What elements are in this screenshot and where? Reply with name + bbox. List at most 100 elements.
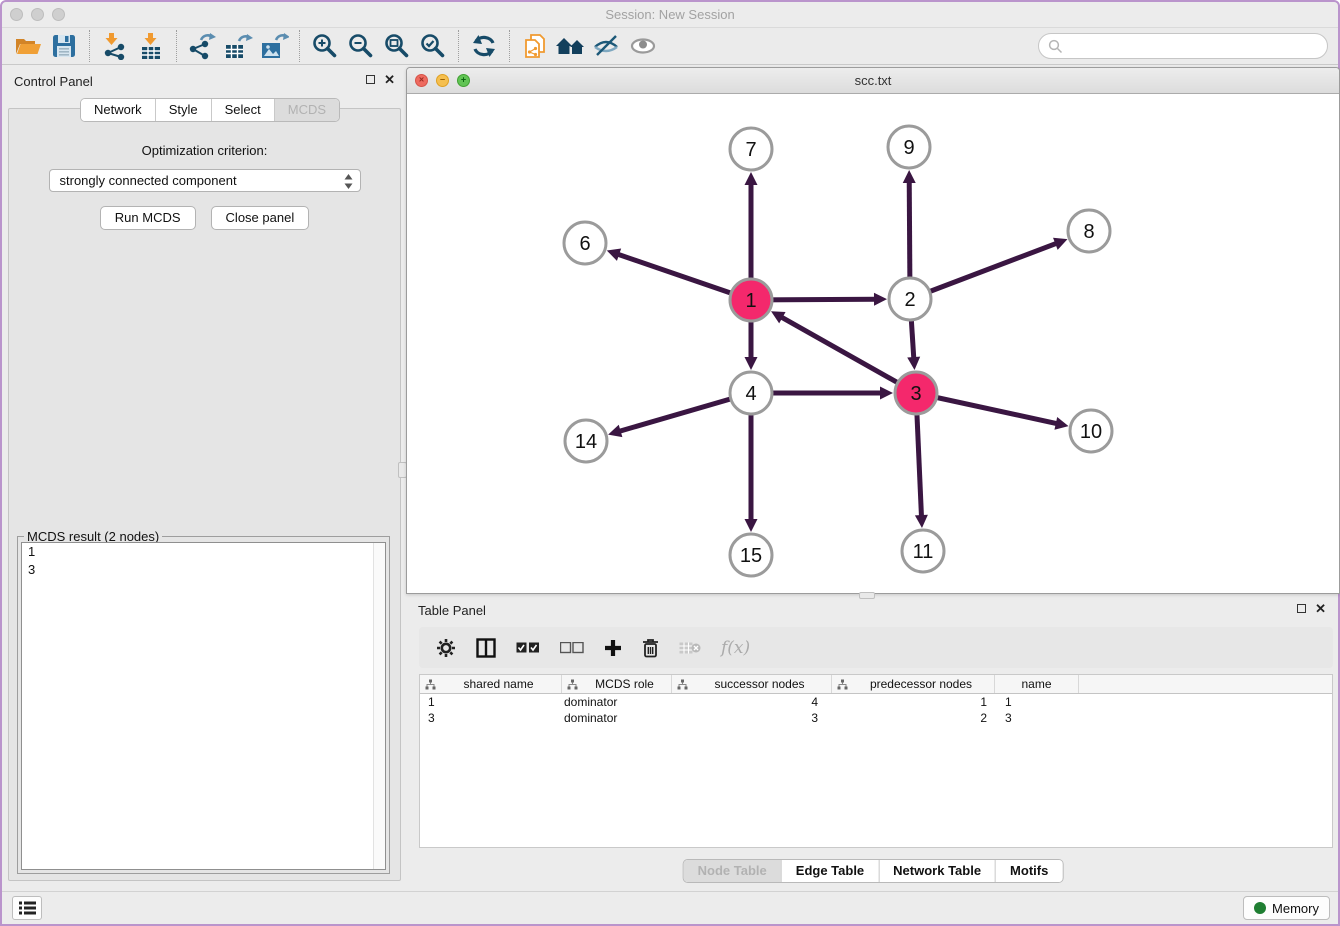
graph-node-10[interactable]: 10	[1070, 410, 1112, 452]
search-input[interactable]	[1038, 33, 1328, 59]
export-table-button[interactable]	[220, 29, 256, 63]
select-all-columns-button[interactable]	[516, 642, 540, 654]
svg-text:15: 15	[740, 545, 762, 567]
table-settings-button[interactable]	[436, 638, 456, 658]
column-header-MCDS-role[interactable]: MCDS role	[562, 675, 672, 693]
memory-button[interactable]: Memory	[1243, 896, 1330, 920]
table-cell[interactable]: 1	[995, 695, 1079, 709]
graph-edge-2-8[interactable]	[910, 243, 1057, 299]
table-row[interactable]: 1dominator411	[420, 694, 1332, 710]
graph-node-8[interactable]: 8	[1068, 210, 1110, 252]
graph-node-6[interactable]: 6	[564, 222, 606, 264]
import-network-button[interactable]	[97, 29, 133, 63]
toolbar-separator	[299, 30, 300, 62]
graph-node-11[interactable]: 11	[902, 530, 944, 572]
toolbar-separator	[176, 30, 177, 62]
network-window-titlebar[interactable]: × − + scc.txt	[407, 68, 1339, 94]
graph-edge-arrow	[745, 357, 758, 370]
tab-network[interactable]: Network	[81, 99, 155, 121]
deselect-all-columns-button[interactable]	[560, 642, 584, 654]
graph-node-14[interactable]: 14	[565, 420, 607, 462]
zoom-selected-icon	[419, 32, 447, 60]
control-panel-tabs: NetworkStyleSelectMCDS	[80, 98, 340, 122]
column-header-shared-name[interactable]: shared name	[420, 675, 562, 693]
open-session-button[interactable]	[10, 29, 46, 63]
column-header-predecessor-nodes[interactable]: predecessor nodes	[832, 675, 995, 693]
mcds-panel: Optimization criterion: strongly connect…	[8, 108, 401, 881]
mcds-result-item[interactable]: 1	[22, 543, 385, 561]
graph-node-3[interactable]: 3	[895, 372, 937, 414]
import-table-button[interactable]	[133, 29, 169, 63]
criterion-select[interactable]: strongly connected component	[49, 169, 361, 192]
apply-style-button[interactable]	[466, 29, 502, 63]
zoom-fit-button[interactable]	[379, 29, 415, 63]
mcds-result-item[interactable]: 3	[22, 561, 385, 579]
main-titlebar: Session: New Session	[2, 2, 1338, 28]
show-details-button[interactable]	[625, 29, 661, 63]
graph-edge-3-1[interactable]	[781, 317, 916, 393]
graph-node-1[interactable]: 1	[730, 279, 772, 321]
column-header-successor-nodes[interactable]: successor nodes	[672, 675, 832, 693]
table-cell[interactable]: dominator	[562, 695, 672, 709]
column-header-name[interactable]: name	[995, 675, 1079, 693]
network-graph[interactable]: 1 2 3 4 6 7 8 9 10 11 14 15	[407, 94, 1339, 593]
export-network-button[interactable]	[184, 29, 220, 63]
delete-column-button[interactable]	[642, 638, 659, 658]
tab-motifs[interactable]: Motifs	[995, 860, 1062, 882]
memory-status-icon	[1254, 902, 1266, 914]
table-cell[interactable]: 1	[832, 695, 995, 709]
zoom-out-button[interactable]	[343, 29, 379, 63]
tab-style[interactable]: Style	[155, 99, 211, 121]
tab-network-table[interactable]: Network Table	[878, 860, 995, 882]
table-row[interactable]: 3dominator323	[420, 710, 1332, 726]
graph-edge-arrow	[907, 357, 920, 370]
table-cell[interactable]: 2	[832, 711, 995, 725]
run-mcds-button[interactable]: Run MCDS	[100, 206, 196, 230]
mcds-result-list[interactable]: 13	[21, 542, 386, 870]
table-cell[interactable]: 3	[995, 711, 1079, 725]
checked-boxes-icon	[516, 642, 540, 654]
zoom-fit-icon	[383, 32, 411, 60]
table-cell[interactable]: 1	[420, 695, 562, 709]
task-history-button[interactable]	[12, 896, 42, 920]
tab-node-table[interactable]: Node Table	[684, 860, 781, 882]
graph-node-4[interactable]: 4	[730, 372, 772, 414]
delete-table-button[interactable]	[679, 641, 701, 655]
zoom-in-button[interactable]	[307, 29, 343, 63]
graph-node-9[interactable]: 9	[888, 126, 930, 168]
result-scrollbar[interactable]	[373, 543, 385, 869]
network-canvas[interactable]: 1 2 3 4 6 7 8 9 10 11 14 15	[407, 94, 1339, 593]
clone-network-button[interactable]	[517, 29, 553, 63]
table-cell[interactable]: dominator	[562, 711, 672, 725]
graph-node-2[interactable]: 2	[889, 278, 931, 320]
graph-edge-arrow	[745, 519, 758, 532]
app-window: Session: New Session	[0, 0, 1340, 926]
float-table-panel-icon[interactable]	[1297, 604, 1306, 613]
save-session-button[interactable]	[46, 29, 82, 63]
tab-edge-table[interactable]: Edge Table	[781, 860, 878, 882]
svg-text:9: 9	[903, 137, 914, 159]
add-column-button[interactable]	[604, 639, 622, 657]
zoom-selected-button[interactable]	[415, 29, 451, 63]
graph-node-15[interactable]: 15	[730, 534, 772, 576]
table-cell[interactable]: 4	[672, 695, 832, 709]
export-image-button[interactable]	[256, 29, 292, 63]
function-builder-button[interactable]: f(x)	[721, 638, 750, 658]
window-title: Session: New Session	[2, 7, 1338, 22]
tab-select[interactable]: Select	[211, 99, 274, 121]
close-table-panel-icon[interactable]: ✕	[1315, 604, 1326, 613]
main-toolbar	[2, 28, 1338, 65]
close-panel-icon[interactable]: ✕	[384, 75, 395, 84]
home-layout-button[interactable]	[553, 29, 589, 63]
hide-details-button[interactable]	[589, 29, 625, 63]
tab-mcds[interactable]: MCDS	[274, 99, 339, 121]
table-tabs: Node TableEdge TableNetwork TableMotifs	[683, 859, 1064, 883]
graph-edge-arrow	[745, 172, 758, 185]
float-panel-icon[interactable]	[366, 75, 375, 84]
table-cell[interactable]: 3	[420, 711, 562, 725]
graph-edge-arrow	[874, 293, 887, 306]
show-columns-button[interactable]	[476, 638, 496, 658]
close-panel-button[interactable]: Close panel	[211, 206, 310, 230]
graph-node-7[interactable]: 7	[730, 128, 772, 170]
table-cell[interactable]: 3	[672, 711, 832, 725]
